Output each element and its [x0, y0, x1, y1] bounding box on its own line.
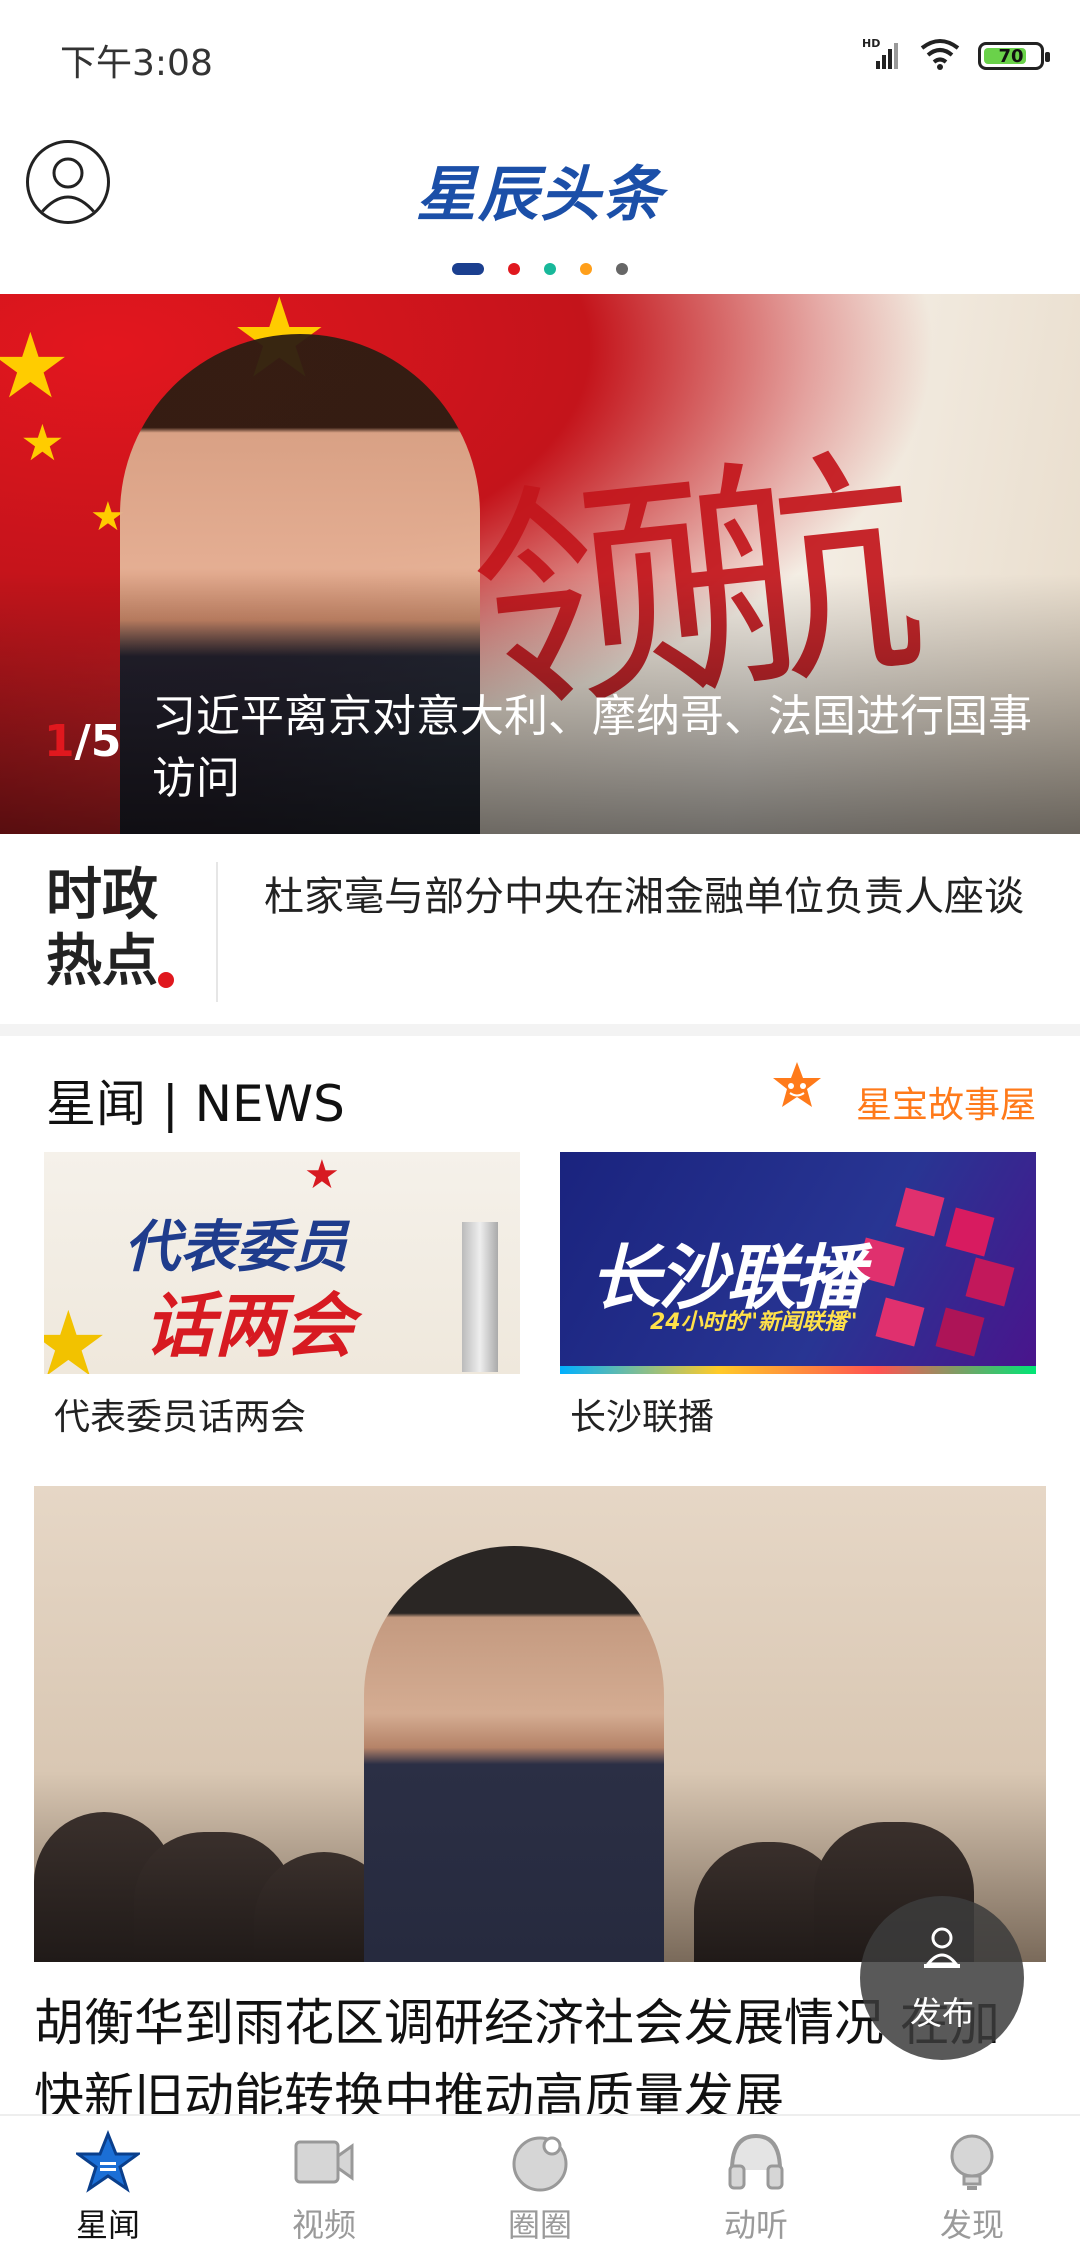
hero-banner[interactable]: ★ ★ ★ ★ 领航 1/5 习近平离京对意大利、摩纳哥、法国进行国事访问	[0, 294, 1080, 834]
bulb-icon	[950, 2134, 994, 2190]
network-type: HD	[862, 37, 880, 50]
flag-star-icon: ★	[20, 414, 65, 472]
nav-tab-video[interactable]: 视频	[216, 2116, 432, 2250]
signal-icon: HD	[862, 37, 902, 75]
hot-topic-headline[interactable]: 杜家毫与部分中央在湘金融单位负责人座谈	[264, 866, 1024, 928]
hot-topics-logo: 时政 热点	[46, 862, 186, 994]
tile-label: 长沙联播	[570, 1397, 715, 1438]
story-house-link[interactable]: 星宝故事屋	[856, 1076, 1036, 1128]
circle-icon	[512, 2136, 568, 2192]
battery-icon: 70	[978, 42, 1050, 70]
hot-logo-line1: 时政	[46, 862, 158, 928]
hero-caption: 习近平离京对意大利、摩纳哥、法国进行国事访问	[152, 691, 1032, 804]
star-icon: ★	[44, 1292, 109, 1374]
carousel-indicator	[0, 263, 1080, 275]
anchor-person-icon	[924, 1927, 960, 1968]
nav-label: 星闻	[75, 2206, 140, 2244]
status-time: 下午3:08	[60, 43, 213, 84]
nav-tab-circle[interactable]: 圈圈	[432, 2116, 648, 2250]
star-icon	[76, 2130, 140, 2193]
hero-slide-counter: 1/5	[44, 716, 121, 767]
section-separator	[0, 1024, 1080, 1036]
nav-tab-discover[interactable]: 发现	[864, 2116, 1080, 2250]
status-icons: HD 70	[862, 36, 1050, 76]
publish-label: 发布	[909, 1994, 974, 2032]
hero-counter-current: 1	[44, 716, 75, 767]
publish-button[interactable]: 发布	[860, 1896, 1024, 2060]
nav-label: 发现	[939, 2206, 1004, 2244]
nav-label: 圈圈	[507, 2206, 572, 2244]
battery-level: 70	[998, 45, 1024, 67]
video-icon	[294, 2140, 354, 2184]
tile-label: 代表委员话两会	[54, 1397, 307, 1438]
featured-news-image[interactable]	[34, 1486, 1046, 1962]
carousel-dot[interactable]	[508, 263, 520, 275]
tile-image: 长沙联播 24小时的"新闻联播"	[560, 1152, 1036, 1374]
hero-counter-total: /5	[74, 716, 122, 767]
nav-tab-news[interactable]: 星闻	[0, 2116, 216, 2250]
star-mascot-icon[interactable]	[770, 1060, 824, 1114]
tile-image-subtitle: 24小时的"新闻联播"	[650, 1310, 858, 1335]
carousel-dot[interactable]	[616, 263, 628, 275]
app-logo: 星辰头条	[416, 160, 664, 230]
carousel-dot[interactable]	[580, 263, 592, 275]
tile-image: ★ ★ 代表委员 话两会	[44, 1152, 520, 1374]
tile-image-subtitle: 话两会	[144, 1285, 354, 1367]
news-section-title: 星闻 | NEWS	[46, 1075, 345, 1133]
nav-label: 视频	[291, 2206, 356, 2244]
headphones-icon	[728, 2133, 784, 2190]
nav-tab-listen[interactable]: 动听	[648, 2116, 864, 2250]
nav-label: 动听	[723, 2206, 788, 2244]
news-tile-changsha[interactable]: 长沙联播 24小时的"新闻联播" 长沙联播	[560, 1152, 1036, 1440]
divider	[216, 862, 218, 1002]
carousel-dot[interactable]	[544, 263, 556, 275]
monument-graphic	[462, 1222, 498, 1372]
star-icon: ★	[304, 1152, 340, 1198]
flag-star-icon: ★	[0, 314, 71, 419]
wifi-icon	[920, 38, 960, 74]
bottom-navigation: 星闻 视频 圈圈 动听 发现	[0, 2114, 1080, 2250]
carousel-dot[interactable]	[452, 263, 484, 275]
news-tile-lianghui[interactable]: ★ ★ 代表委员 话两会 代表委员话两会	[44, 1152, 520, 1440]
speaker-figure	[364, 1546, 664, 1962]
